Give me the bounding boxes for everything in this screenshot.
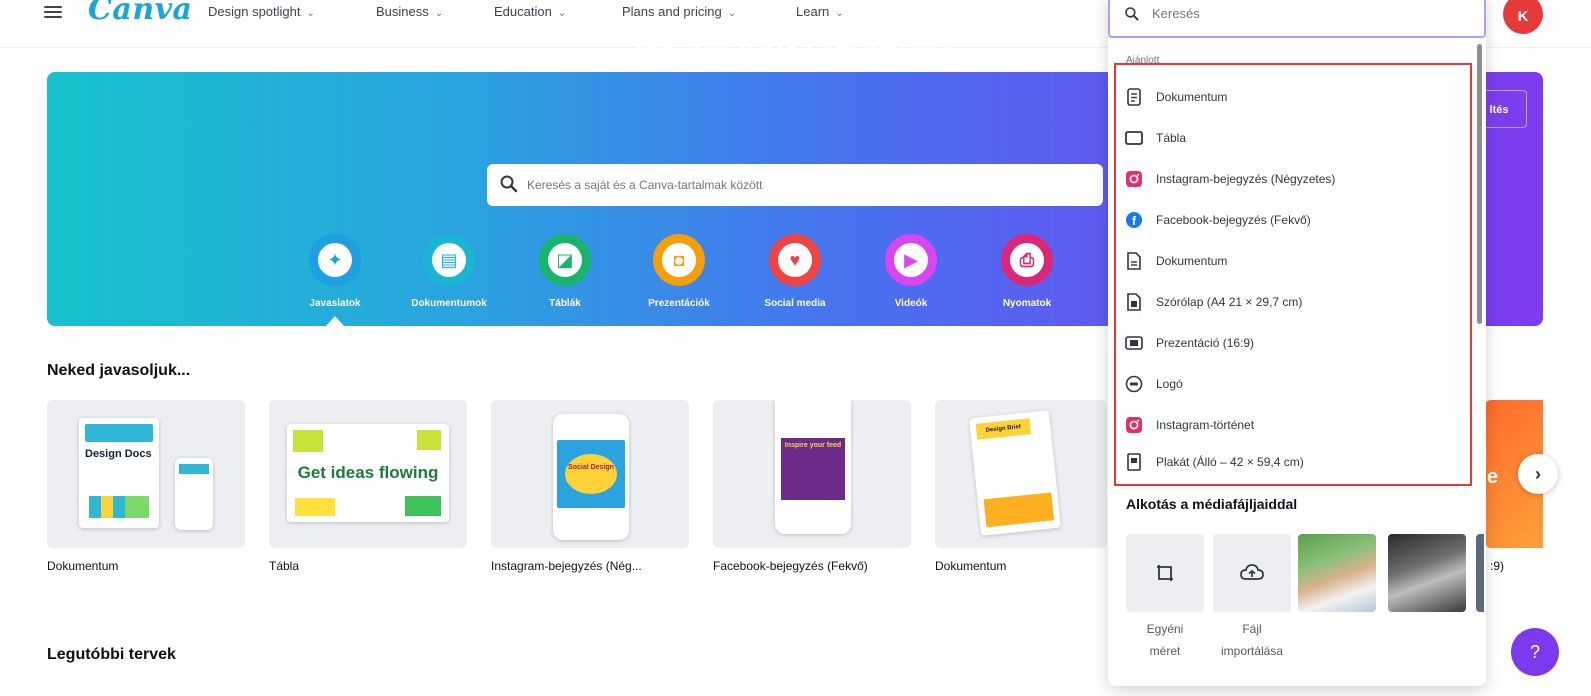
facebook-icon: f	[1124, 210, 1144, 230]
category-label: Videók	[894, 298, 928, 309]
card-label: Facebook-bejegyzés (Fekvő)	[713, 559, 868, 573]
document-icon	[1124, 87, 1144, 107]
dropdown-item-document-2[interactable]: Dokumentum	[1124, 246, 1464, 276]
avatar[interactable]: K	[1503, 0, 1543, 34]
instagram-icon	[1124, 415, 1144, 435]
dropdown-item-document[interactable]: Dokumentum	[1124, 82, 1464, 112]
presentation-icon: ◘	[662, 243, 696, 277]
nav-design-spotlight[interactable]: Design spotlight ⌄	[208, 4, 315, 19]
chevron-down-icon: ⌄	[557, 8, 567, 19]
chevron-down-icon: ⌄	[434, 8, 444, 19]
document-icon: ▤	[432, 243, 466, 277]
category-documents[interactable]: ▤ Dokumentumok	[394, 234, 504, 309]
whiteboard-icon: ◪	[548, 243, 582, 277]
chevron-down-icon: ⌄	[306, 8, 315, 19]
heart-icon: ♥	[778, 243, 812, 277]
category-label: Táblák	[549, 298, 581, 309]
category-label: Social media	[764, 298, 826, 309]
card-label: :9)	[1490, 559, 1505, 573]
dropdown-item-whiteboard[interactable]: Tábla	[1124, 123, 1464, 153]
media-photo-partial[interactable]	[1476, 534, 1484, 612]
custom-size-label: Egyéni méret	[1146, 622, 1184, 658]
category-suggestions[interactable]: ✦ Javaslatok	[280, 234, 390, 309]
category-prints[interactable]: ⎙ Nyomatok	[972, 234, 1082, 309]
dropdown-item-logo[interactable]: Logó	[1124, 369, 1464, 399]
category-social-media[interactable]: ♥ Social media	[740, 234, 850, 309]
chevron-down-icon: ⌄	[727, 8, 737, 19]
category-whiteboards[interactable]: ◪ Táblák	[510, 234, 620, 309]
facebook-thumbnail: Inspire your feed	[775, 400, 851, 534]
dropdown-search-box[interactable]	[1108, 0, 1486, 38]
card-label: Dokumentum	[47, 559, 119, 573]
category-videos[interactable]: ▶ Videók	[856, 234, 966, 309]
category-presentations[interactable]: ◘ Prezentációk	[624, 234, 734, 309]
presentation-icon	[1124, 333, 1144, 353]
media-photo[interactable]	[1298, 534, 1376, 612]
logo-icon	[1124, 374, 1144, 394]
card-label: Dokumentum	[935, 559, 1007, 573]
card-label: Tábla	[269, 559, 300, 573]
template-card-document-2[interactable]: Design Brief	[935, 400, 1107, 548]
dropdown-scrollbar[interactable]	[1477, 44, 1482, 324]
nav-plans-pricing[interactable]: Plans and pricing ⌄	[622, 4, 736, 19]
import-file-label: Fájl importálása	[1220, 622, 1284, 658]
media-section-title: Alkotás a médiafájljaiddal	[1126, 496, 1298, 512]
dropdown-item-presentation[interactable]: Prezentáció (16:9)	[1124, 328, 1464, 358]
video-icon: ▶	[894, 243, 928, 277]
search-icon	[1125, 7, 1139, 21]
flyer-icon	[1124, 292, 1144, 312]
chevron-right-icon: ›	[1535, 464, 1541, 484]
recent-designs-title: Legutóbbi tervek	[47, 646, 176, 663]
template-card-facebook[interactable]: Inspire your feed	[713, 400, 911, 548]
document-icon	[1124, 251, 1144, 271]
hero-search-box[interactable]	[487, 164, 1103, 206]
sparkle-icon: ✦	[318, 243, 352, 277]
dropdown-item-instagram-story[interactable]: Instagram-történet	[1124, 410, 1464, 440]
instagram-thumbnail: Social Design	[553, 414, 629, 540]
menu-icon[interactable]	[44, 6, 62, 18]
custom-size-tile[interactable]	[1126, 534, 1204, 612]
whiteboard-thumbnail: Get ideas flowing	[287, 424, 449, 522]
document-thumbnail: Design Docs	[79, 418, 159, 528]
chevron-down-icon: ⌄	[835, 8, 844, 19]
help-button[interactable]: ?	[1511, 628, 1559, 676]
cloud-upload-icon	[1240, 564, 1264, 580]
dropdown-item-instagram-post[interactable]: Instagram-bejegyzés (Négyzetes)	[1124, 164, 1464, 194]
printer-icon: ⎙	[1010, 243, 1044, 277]
carousel-next-button[interactable]: ›	[1518, 454, 1558, 494]
nav-business[interactable]: Business ⌄	[376, 4, 443, 19]
instagram-icon	[1124, 169, 1144, 189]
dropdown-item-facebook-post[interactable]: f Facebook-bejegyzés (Fekvő)	[1124, 205, 1464, 235]
search-icon	[500, 175, 518, 193]
dropdown-item-flyer[interactable]: Szórólap (A4 21 × 29,7 cm)	[1124, 287, 1464, 317]
selected-category-pointer	[326, 316, 344, 326]
recommended-title: Neked javasoljuk...	[47, 362, 191, 379]
media-photo[interactable]	[1388, 534, 1466, 612]
card-label: Instagram-bejegyzés (Nég...	[491, 559, 642, 573]
template-card-instagram[interactable]: Social Design	[491, 400, 689, 548]
phone-thumbnail	[175, 458, 213, 530]
dropdown-search-input[interactable]	[1152, 2, 1472, 24]
brief-thumbnail: Design Brief	[969, 410, 1061, 536]
dropdown-item-poster[interactable]: Plakát (Álló – 42 × 59,4 cm)	[1124, 450, 1464, 474]
template-card-whiteboard[interactable]: Get ideas flowing	[269, 400, 467, 548]
canva-logo[interactable]: Canva	[88, 0, 193, 27]
category-label: Javaslatok	[309, 298, 361, 309]
import-file-tile[interactable]	[1213, 534, 1291, 612]
whiteboard-icon	[1124, 128, 1144, 148]
poster-icon	[1124, 452, 1144, 472]
nav-education[interactable]: Education ⌄	[494, 4, 566, 19]
category-label: Nyomatok	[1002, 298, 1052, 309]
hero-search-input[interactable]	[527, 172, 1087, 198]
category-label: Dokumentumok	[411, 298, 487, 309]
template-card-document[interactable]: Design Docs	[47, 400, 245, 548]
custom-size-icon	[1157, 565, 1173, 581]
category-label: Prezentációk	[648, 298, 710, 309]
nav-learn[interactable]: Learn ⌄	[796, 4, 844, 19]
